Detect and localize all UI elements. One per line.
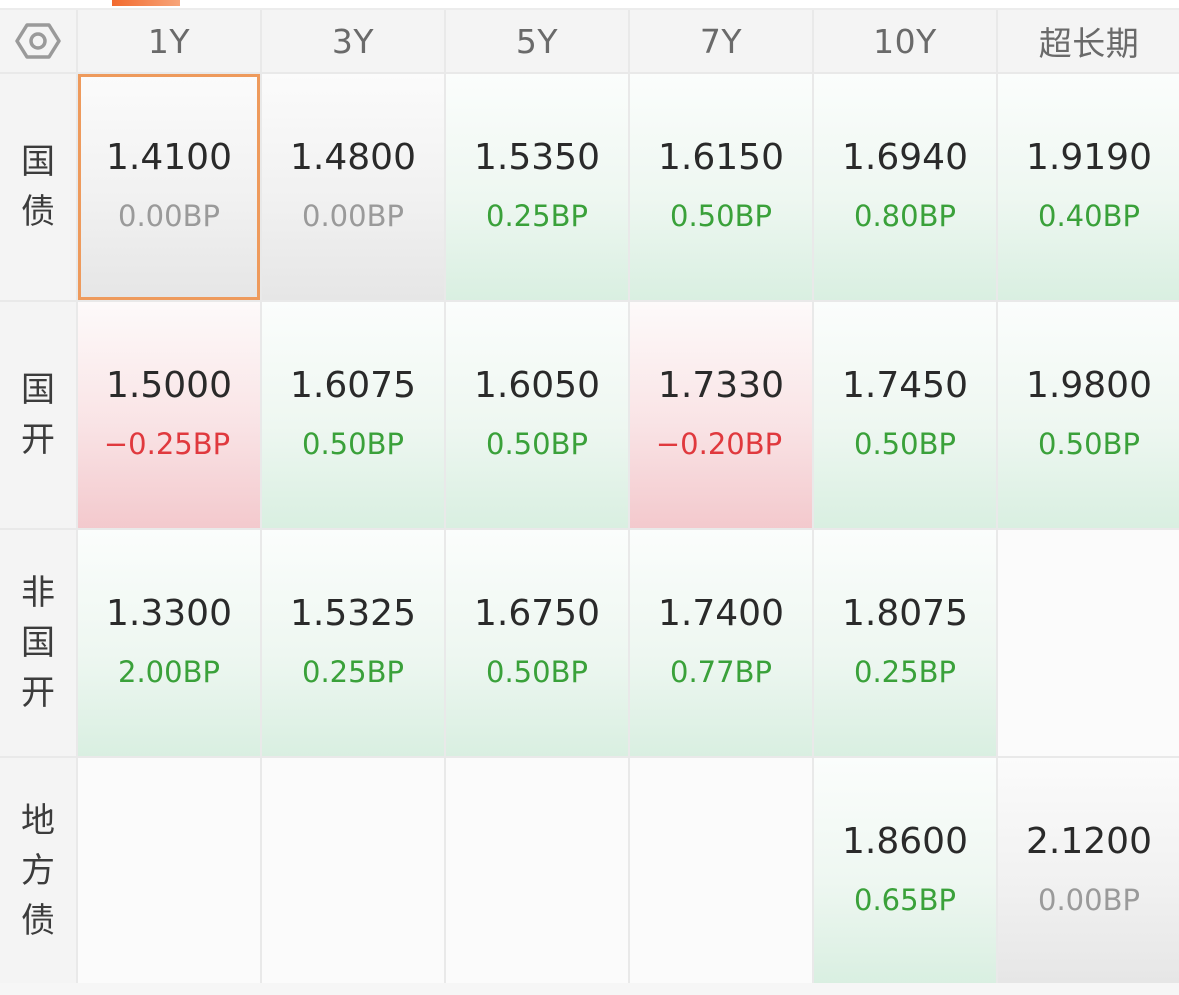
yield-value: 1.5325 xyxy=(290,593,416,634)
column-header-ultra-long[interactable]: 超长期 xyxy=(998,10,1179,72)
row-header-char: 国 xyxy=(21,370,55,410)
yield-cell-cdb-3y[interactable]: 1.6075 0.50BP xyxy=(262,302,444,528)
yield-change: 0.50BP xyxy=(302,427,404,461)
yield-value: 1.6050 xyxy=(474,365,600,406)
yield-change: 0.50BP xyxy=(670,199,772,233)
yield-value: 1.5000 xyxy=(106,365,232,406)
yield-value: 1.5350 xyxy=(474,137,600,178)
bond-yield-matrix: 1Y 3Y 5Y 7Y 10Y 超长期国债 1.4100 0.00BP 1.4800 0.00BP… xyxy=(0,8,1179,985)
yield-cell-non-cdb-10y[interactable]: 1.8075 0.25BP xyxy=(814,530,996,756)
yield-value: 1.4800 xyxy=(290,137,416,178)
yield-value: 1.6075 xyxy=(290,365,416,406)
column-header-3y[interactable]: 3Y xyxy=(262,10,444,72)
yield-cell-non-cdb-ultra-long xyxy=(998,530,1179,756)
yield-cell-cdb-7y[interactable]: 1.7330 −0.20BP xyxy=(630,302,812,528)
yield-value: 1.9190 xyxy=(1026,137,1152,178)
settings-button[interactable] xyxy=(0,10,76,72)
yield-cell-cdb-5y[interactable]: 1.6050 0.50BP xyxy=(446,302,628,528)
yield-cell-cdb-10y[interactable]: 1.7450 0.50BP xyxy=(814,302,996,528)
row-header-non-cdb[interactable]: 非国开 xyxy=(0,530,76,756)
yield-cell-treasury-3y[interactable]: 1.4800 0.00BP xyxy=(262,74,444,300)
yield-cell-treasury-7y[interactable]: 1.6150 0.50BP xyxy=(630,74,812,300)
yield-cell-local-gov-3y xyxy=(262,758,444,984)
yield-cell-local-gov-10y[interactable]: 1.8600 0.65BP xyxy=(814,758,996,984)
bottom-divider xyxy=(0,983,1179,995)
yield-cell-local-gov-1y xyxy=(78,758,260,984)
yield-cell-treasury-10y[interactable]: 1.6940 0.80BP xyxy=(814,74,996,300)
row-header-char: 非 xyxy=(21,573,55,613)
yield-cell-treasury-5y[interactable]: 1.5350 0.25BP xyxy=(446,74,628,300)
row-header-char: 地 xyxy=(21,801,55,841)
yield-value: 1.8075 xyxy=(842,593,968,634)
yield-value: 1.7330 xyxy=(658,365,784,406)
yield-change: −0.25BP xyxy=(103,427,231,461)
yield-change: 0.25BP xyxy=(854,655,956,689)
yield-change: −0.20BP xyxy=(655,427,783,461)
row-header-local-gov[interactable]: 地方债 xyxy=(0,758,76,984)
row-header-char: 债 xyxy=(21,901,55,941)
hexagon-settings-icon xyxy=(15,21,61,61)
yield-change: 0.65BP xyxy=(854,883,956,917)
yield-cell-non-cdb-3y[interactable]: 1.5325 0.25BP xyxy=(262,530,444,756)
yield-change: 0.50BP xyxy=(1038,427,1140,461)
yield-cell-cdb-1y[interactable]: 1.5000 −0.25BP xyxy=(78,302,260,528)
yield-cell-treasury-ultra-long[interactable]: 1.9190 0.40BP xyxy=(998,74,1179,300)
column-header-5y[interactable]: 5Y xyxy=(446,10,628,72)
column-header-10y[interactable]: 10Y xyxy=(814,10,996,72)
yield-value: 1.3300 xyxy=(106,593,232,634)
row-header-treasury[interactable]: 国债 xyxy=(0,74,76,300)
yield-change: 0.00BP xyxy=(302,199,404,233)
yield-change: 0.77BP xyxy=(670,655,772,689)
row-header-char: 开 xyxy=(21,420,55,460)
column-header-7y[interactable]: 7Y xyxy=(630,10,812,72)
yield-value: 1.6940 xyxy=(842,137,968,178)
yield-change: 0.40BP xyxy=(1038,199,1140,233)
column-header-1y[interactable]: 1Y xyxy=(78,10,260,72)
row-header-char: 国 xyxy=(21,623,55,663)
yield-change: 0.00BP xyxy=(1038,883,1140,917)
yield-value: 1.8600 xyxy=(842,821,968,862)
yield-value: 1.7400 xyxy=(658,593,784,634)
yield-cell-cdb-ultra-long[interactable]: 1.9800 0.50BP xyxy=(998,302,1179,528)
yield-cell-local-gov-5y xyxy=(446,758,628,984)
yield-value: 1.9800 xyxy=(1026,365,1152,406)
yield-cell-non-cdb-1y[interactable]: 1.3300 2.00BP xyxy=(78,530,260,756)
yield-change: 0.00BP xyxy=(118,199,220,233)
yield-cell-non-cdb-7y[interactable]: 1.7400 0.77BP xyxy=(630,530,812,756)
yield-cell-local-gov-ultra-long[interactable]: 2.1200 0.00BP xyxy=(998,758,1179,984)
yield-value: 1.6750 xyxy=(474,593,600,634)
yield-change: 0.80BP xyxy=(854,199,956,233)
yield-cell-treasury-1y[interactable]: 1.4100 0.00BP xyxy=(78,74,260,300)
yield-cell-local-gov-7y xyxy=(630,758,812,984)
yield-change: 0.25BP xyxy=(486,199,588,233)
active-tab-indicator xyxy=(112,0,180,6)
yield-change: 0.50BP xyxy=(486,655,588,689)
yield-cell-non-cdb-5y[interactable]: 1.6750 0.50BP xyxy=(446,530,628,756)
row-header-char: 债 xyxy=(21,192,55,232)
row-header-char: 开 xyxy=(21,673,55,713)
yield-change: 0.25BP xyxy=(302,655,404,689)
yield-value: 1.6150 xyxy=(658,137,784,178)
yield-change: 2.00BP xyxy=(118,655,220,689)
yield-value: 1.4100 xyxy=(106,137,232,178)
yield-value: 2.1200 xyxy=(1026,821,1152,862)
yield-change: 0.50BP xyxy=(854,427,956,461)
row-header-char: 方 xyxy=(21,851,55,891)
yield-value: 1.7450 xyxy=(842,365,968,406)
yield-change: 0.50BP xyxy=(486,427,588,461)
row-header-cdb[interactable]: 国开 xyxy=(0,302,76,528)
row-header-char: 国 xyxy=(21,142,55,182)
